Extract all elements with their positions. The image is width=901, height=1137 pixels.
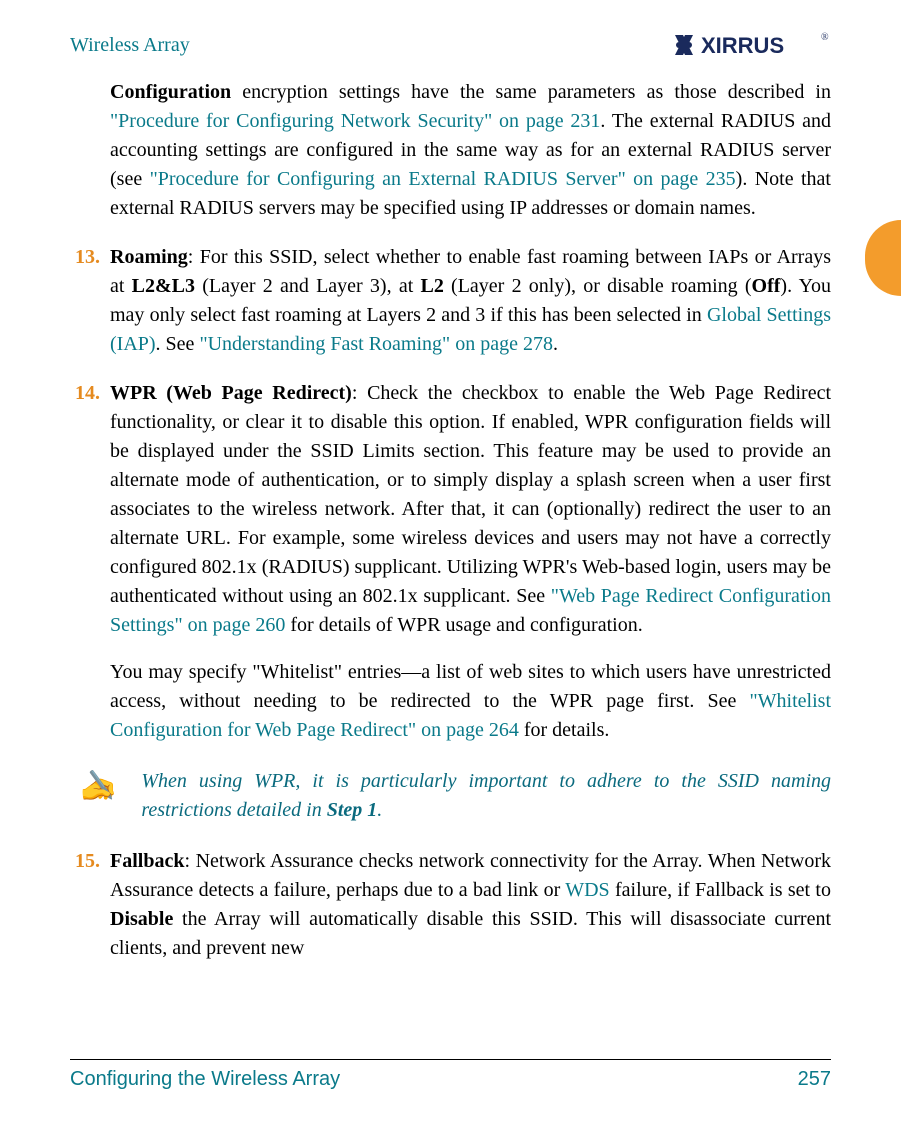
item14-t2: for details of WPR usage and configurati…: [285, 614, 642, 636]
item15-b2: Disable: [110, 908, 173, 930]
svg-text:XIRRUS: XIRRUS: [701, 33, 784, 58]
intro-t1: encryption settings have the same parame…: [231, 81, 831, 103]
intro-lead: Configuration: [110, 81, 231, 103]
item13-link2[interactable]: "Understanding Fast Roaming" on page 278: [199, 333, 553, 355]
item13-t3: (Layer 2 only), or disable roaming (: [444, 275, 752, 297]
svg-text:®: ®: [821, 32, 829, 43]
footer-page-number: 257: [798, 1068, 831, 1091]
item14-p2b: for details.: [519, 719, 610, 741]
item13-b2: L2&L3: [132, 275, 195, 297]
item13-t6: .: [553, 333, 558, 355]
list-item-13: 13. Roaming: For this SSID, select wheth…: [74, 243, 831, 359]
item13-b4: Off: [752, 275, 781, 297]
item13-b3: L2: [420, 275, 443, 297]
intro-link1[interactable]: "Procedure for Configuring Network Secur…: [110, 110, 600, 132]
body-content: Configuration encryption settings have t…: [70, 78, 831, 963]
note-block: ✍ When using WPR, it is particularly imp…: [80, 767, 831, 825]
item15-link1[interactable]: WDS: [565, 879, 609, 901]
list-item-14: 14. WPR (Web Page Redirect): Check the c…: [74, 379, 831, 745]
item14-p2a: You may specify "Whitelist" entries—a li…: [110, 661, 831, 712]
note-t2: .: [377, 799, 382, 821]
page-header: Wireless Array XIRRUS ®: [70, 30, 831, 60]
page-footer: Configuring the Wireless Array 257: [70, 1059, 831, 1091]
logo: XIRRUS ®: [671, 30, 831, 60]
item15-t2: failure, if Fallback is set to: [610, 879, 831, 901]
footer-section-title: Configuring the Wireless Array: [70, 1068, 340, 1091]
item15-title: Fallback: [110, 850, 184, 872]
item13-t5: . See: [156, 333, 200, 355]
list-item-15: 15. Fallback: Network Assurance checks n…: [74, 847, 831, 963]
item-number-15: 15.: [74, 847, 100, 963]
item14-title: WPR (Web Page Redirect): [110, 382, 352, 404]
header-title: Wireless Array: [70, 34, 190, 57]
item13-title: Roaming: [110, 246, 188, 268]
item14-t1: : Check the checkbox to enable the Web P…: [110, 382, 831, 607]
side-tab: [865, 220, 901, 296]
item-number-14: 14.: [74, 379, 100, 745]
note-t1: When using WPR, it is particularly impor…: [141, 770, 831, 821]
intro-paragraph: Configuration encryption settings have t…: [110, 78, 831, 223]
item13-t2: (Layer 2 and Layer 3), at: [195, 275, 420, 297]
intro-link2[interactable]: "Procedure for Configuring an External R…: [150, 168, 736, 190]
item-number-13: 13.: [74, 243, 100, 359]
item15-t3: the Array will automatically disable thi…: [110, 908, 831, 959]
note-step: Step 1: [327, 799, 378, 821]
note-hand-icon: ✍: [80, 765, 117, 809]
